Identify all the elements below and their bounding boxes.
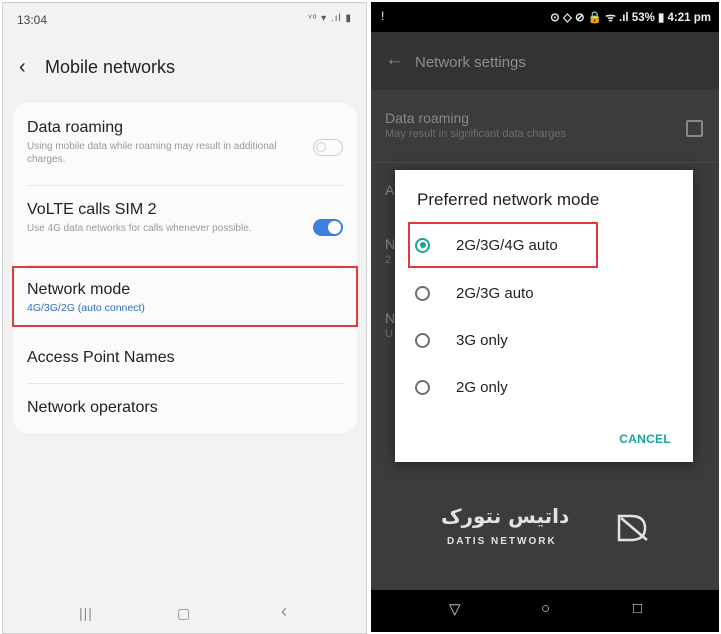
nav-bar: ||| ▢ ‹ xyxy=(3,597,366,633)
status-time: 13:04 xyxy=(17,13,48,27)
toggle-knob xyxy=(328,221,341,234)
back-icon[interactable]: ▽ xyxy=(449,600,461,618)
setting-subtitle: May result in significant data charges xyxy=(385,128,566,140)
bg-setting-item[interactable]: N 2 xyxy=(385,236,395,266)
option-label: 2G/3G auto xyxy=(456,284,534,302)
setting-data-roaming[interactable]: Data roaming Using mobile data while roa… xyxy=(27,119,343,166)
dialog-title: Preferred network mode xyxy=(417,190,600,209)
watermark-english-text: DATIS NETWORK xyxy=(447,536,557,547)
setting-volte-calls[interactable]: VoLTE calls SIM 2 Use 4G data networks f… xyxy=(27,201,343,236)
bg-setting-item[interactable]: N U xyxy=(385,310,395,340)
option-2g-only[interactable]: 2G only xyxy=(415,372,508,402)
notification-icon: ! xyxy=(381,9,385,23)
divider xyxy=(27,383,343,384)
radio-icon[interactable] xyxy=(415,285,430,301)
radio-icon[interactable] xyxy=(415,379,430,395)
volte-toggle[interactable] xyxy=(313,219,343,236)
data-roaming-toggle[interactable] xyxy=(313,139,343,156)
recents-icon[interactable]: □ xyxy=(633,600,642,617)
setting-title: Data roaming xyxy=(27,119,124,136)
right-phone-screen: ! ⊙ ◇ ⊘ 🔒 ᯤ .ıl 53% ▮ 4:21 pm ← Network … xyxy=(371,2,719,632)
setting-title: Access Point Names xyxy=(27,349,175,366)
setting-subtitle: 2 xyxy=(385,254,392,266)
option-label: 2G only xyxy=(456,378,508,396)
setting-title: Data roaming xyxy=(385,110,470,126)
option-label: 3G only xyxy=(456,331,508,349)
divider xyxy=(371,162,719,163)
option-2g-3g-auto[interactable]: 2G/3G auto xyxy=(415,278,534,308)
toolbar: ← Network settings xyxy=(371,32,719,90)
data-roaming-checkbox[interactable] xyxy=(686,120,703,137)
setting-subtitle: U xyxy=(385,328,393,340)
cancel-button[interactable]: CANCEL xyxy=(619,432,671,446)
setting-title: A xyxy=(385,182,395,198)
watermark-persian-text: داتیس نتورک xyxy=(441,504,570,528)
setting-network-operators[interactable]: Network operators xyxy=(27,399,343,417)
bg-setting-item[interactable]: A xyxy=(385,182,394,198)
page-title: Mobile networks xyxy=(45,56,176,77)
status-icons: ⊙ ◇ ⊘ 🔒 ᯤ .ıl 53% ▮ 4:21 pm xyxy=(550,12,711,24)
status-bar: ! ⊙ ◇ ⊘ 🔒 ᯤ .ıl 53% ▮ 4:21 pm xyxy=(371,2,719,32)
option-3g-only[interactable]: 3G only xyxy=(415,325,508,355)
highlight-box-selected-option xyxy=(408,222,598,268)
toolbar-title: Network settings xyxy=(415,54,526,71)
setting-title: N xyxy=(385,236,396,252)
left-phone-screen: 13:04 ᵛᵒ ▾ .ıl ▮ ‹ Mobile networks Data … xyxy=(2,2,367,634)
setting-title: Network operators xyxy=(27,399,158,416)
watermark-logo: داتیس نتورک DATIS NETWORK xyxy=(441,502,651,556)
nav-bar: ▽ ○ □ xyxy=(371,590,719,632)
status-bar: 13:04 ᵛᵒ ▾ .ıl ▮ xyxy=(17,13,352,29)
setting-title: VoLTE calls SIM 2 xyxy=(27,201,157,218)
recents-icon[interactable]: ||| xyxy=(79,605,93,621)
home-icon[interactable]: ○ xyxy=(541,600,550,617)
back-arrow-icon[interactable]: ← xyxy=(385,49,404,71)
radio-icon[interactable] xyxy=(415,332,430,348)
setting-subtitle: Using mobile data while roaming may resu… xyxy=(27,141,277,165)
network-mode-dialog: Preferred network mode 2G/3G/4G auto 2G/… xyxy=(395,170,693,462)
page-header: ‹ Mobile networks xyxy=(19,53,175,81)
bg-setting-data-roaming[interactable]: Data roaming May result in significant d… xyxy=(385,110,566,140)
setting-title: N xyxy=(385,310,396,326)
back-arrow-icon[interactable]: ‹ xyxy=(19,56,45,79)
divider xyxy=(27,185,343,186)
toggle-knob xyxy=(316,142,326,152)
setting-access-point-names[interactable]: Access Point Names xyxy=(27,349,343,367)
back-icon[interactable]: ‹ xyxy=(281,601,287,622)
status-icons: ᵛᵒ ▾ .ıl ▮ xyxy=(308,13,352,24)
highlight-box-network-mode xyxy=(12,266,358,327)
datis-logo-icon xyxy=(617,514,648,542)
setting-subtitle: Use 4G data networks for calls whenever … xyxy=(27,223,252,234)
home-icon[interactable]: ▢ xyxy=(177,605,190,622)
